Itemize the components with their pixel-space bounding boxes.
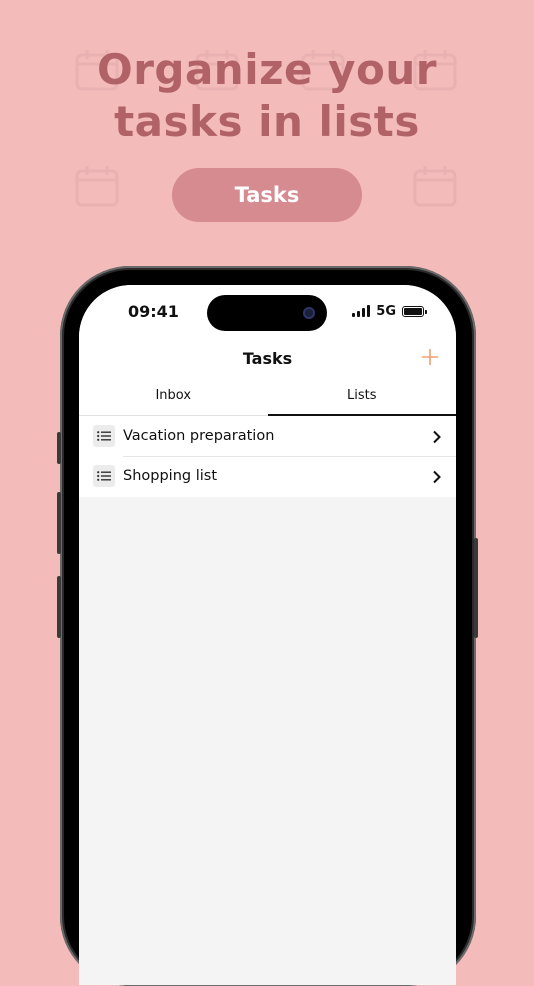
status-time: 09:41 [128,302,179,321]
calendar-icon [74,164,120,208]
list-item[interactable]: Shopping list [79,456,456,496]
camera-icon [303,307,315,319]
headline-line-2: tasks in lists [114,97,420,146]
chevron-right-icon [432,469,442,484]
status-indicators: 5G [352,303,427,319]
battery-icon [402,305,427,317]
phone-volume-up-button [57,492,61,554]
plus-icon[interactable] [420,347,440,367]
phone-power-button [474,538,478,638]
tab-inbox[interactable]: Inbox [79,383,268,415]
list-icon [93,425,115,447]
list-item[interactable]: Vacation preparation [79,416,456,456]
list-icon [93,465,115,487]
headline: Organize your tasks in lists [0,44,534,148]
dynamic-island [207,295,327,331]
page-title: Tasks [242,349,293,368]
calendar-icon [412,164,458,208]
phone-side-button [57,432,61,464]
list-item-label: Shopping list [123,468,218,484]
list-item-label: Vacation preparation [123,428,275,444]
phone-volume-down-button [57,576,61,638]
signal-icon [352,305,371,317]
tab-lists[interactable]: Lists [267,383,457,416]
lists-list: Vacation preparation Shopping list [79,416,456,496]
chevron-right-icon [432,429,442,444]
headline-line-1: Organize your [96,45,438,94]
network-label: 5G [376,303,396,319]
tab-bar: Inbox Lists [79,383,456,416]
phone-screen: 09:41 5G Tasks Inbox Lists Vacation prep… [79,285,456,985]
tasks-badge-button[interactable]: Tasks [172,168,362,222]
